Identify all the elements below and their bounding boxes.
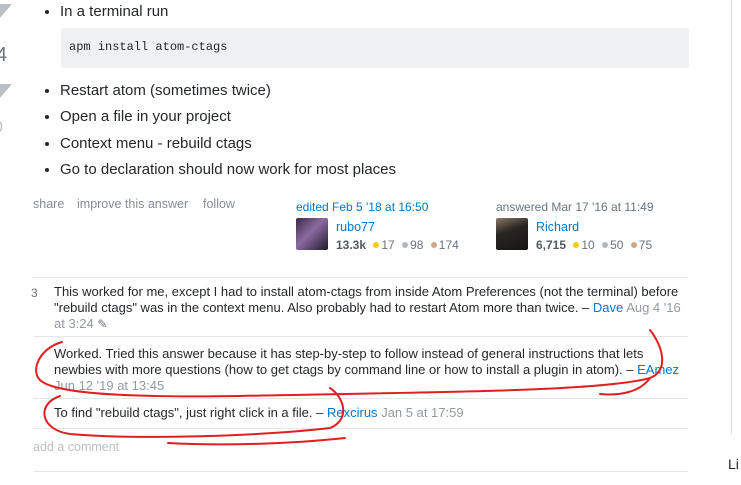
- silver-count: 50: [610, 238, 624, 252]
- share-link[interactable]: share: [33, 197, 64, 211]
- edited-link[interactable]: edited Feb 5 '18 at 16:50: [296, 200, 428, 214]
- answered-info: answered Mar 17 '16 at 11:49: [496, 200, 654, 214]
- edited-info: edited Feb 5 '18 at 16:50: [296, 200, 428, 214]
- comment-user-link[interactable]: EAmez: [637, 362, 679, 377]
- comment-divider: [33, 398, 688, 399]
- sidebar-border: [731, 0, 732, 434]
- bronze-count: 75: [638, 238, 653, 252]
- silver-count: 98: [410, 238, 424, 252]
- reputation-score: 13.3k: [336, 238, 367, 252]
- bronze-badge-icon: [630, 242, 637, 249]
- follow-link[interactable]: follow: [203, 197, 235, 211]
- edit-pencil-icon: ✎: [97, 317, 108, 331]
- upvote-arrow-icon[interactable]: [0, 4, 12, 18]
- silver-badge-icon: [602, 242, 609, 249]
- silver-badge-icon: [402, 242, 409, 249]
- list-item: Go to declaration should now work for mo…: [60, 160, 660, 180]
- annotation-underline: [167, 437, 346, 446]
- list-item: Context menu - rebuild ctags: [60, 134, 660, 154]
- bronze-count: 174: [438, 238, 459, 252]
- answerer-avatar[interactable]: [496, 218, 528, 250]
- comment-divider: [33, 277, 688, 278]
- list-item: Restart atom (sometimes twice): [60, 81, 660, 101]
- code-text: apm install atom-ctags: [69, 40, 228, 54]
- add-comment-link[interactable]: add a comment: [33, 440, 119, 454]
- comment-user-link[interactable]: Dave: [593, 300, 623, 315]
- list-item: Open a file in your project: [60, 107, 660, 127]
- gold-badge-icon: [373, 242, 380, 249]
- bronze-badge-icon: [430, 242, 437, 249]
- comment-divider: [33, 428, 688, 429]
- list-item: In a terminal run: [60, 2, 660, 22]
- comment-user-link[interactable]: Rexcirus: [327, 405, 378, 420]
- downvote-arrow-icon[interactable]: [0, 84, 12, 98]
- comment: Worked. Tried this answer because it has…: [54, 346, 686, 394]
- editor-reputation: 13.3k 17 98 174: [336, 238, 459, 252]
- reputation-score: 6,715: [536, 238, 567, 252]
- gold-count: 17: [381, 238, 395, 252]
- improve-answer-link[interactable]: improve this answer: [77, 197, 188, 211]
- editor-name-link[interactable]: rubo77: [336, 220, 375, 234]
- comment-divider: [33, 336, 688, 337]
- gold-count: 10: [581, 238, 595, 252]
- sidebar-heading: Li: [728, 456, 739, 472]
- comment-body: This worked for me, except I had to inst…: [54, 284, 679, 315]
- comment: To find "rebuild ctags", just right clic…: [54, 405, 686, 421]
- gold-badge-icon: [573, 242, 580, 249]
- post-divider: [33, 471, 688, 472]
- comment-body: To find "rebuild ctags", just right clic…: [54, 405, 324, 420]
- answerer-name-link[interactable]: Richard: [536, 220, 579, 234]
- code-block: apm install atom-ctags: [61, 28, 689, 68]
- comment-body: Worked. Tried this answer because it has…: [54, 346, 644, 377]
- vote-count: 4: [0, 44, 8, 66]
- bookmark-count: 0: [0, 119, 3, 137]
- comment-date: Jun 12 '19 at 13:45: [54, 378, 165, 393]
- comment: This worked for me, except I had to inst…: [54, 284, 686, 332]
- answerer-reputation: 6,715 10 50 75: [536, 238, 652, 252]
- editor-avatar[interactable]: [296, 218, 328, 250]
- comment-score: 3: [31, 286, 38, 300]
- comment-date: Jan 5 at 17:59: [381, 405, 464, 420]
